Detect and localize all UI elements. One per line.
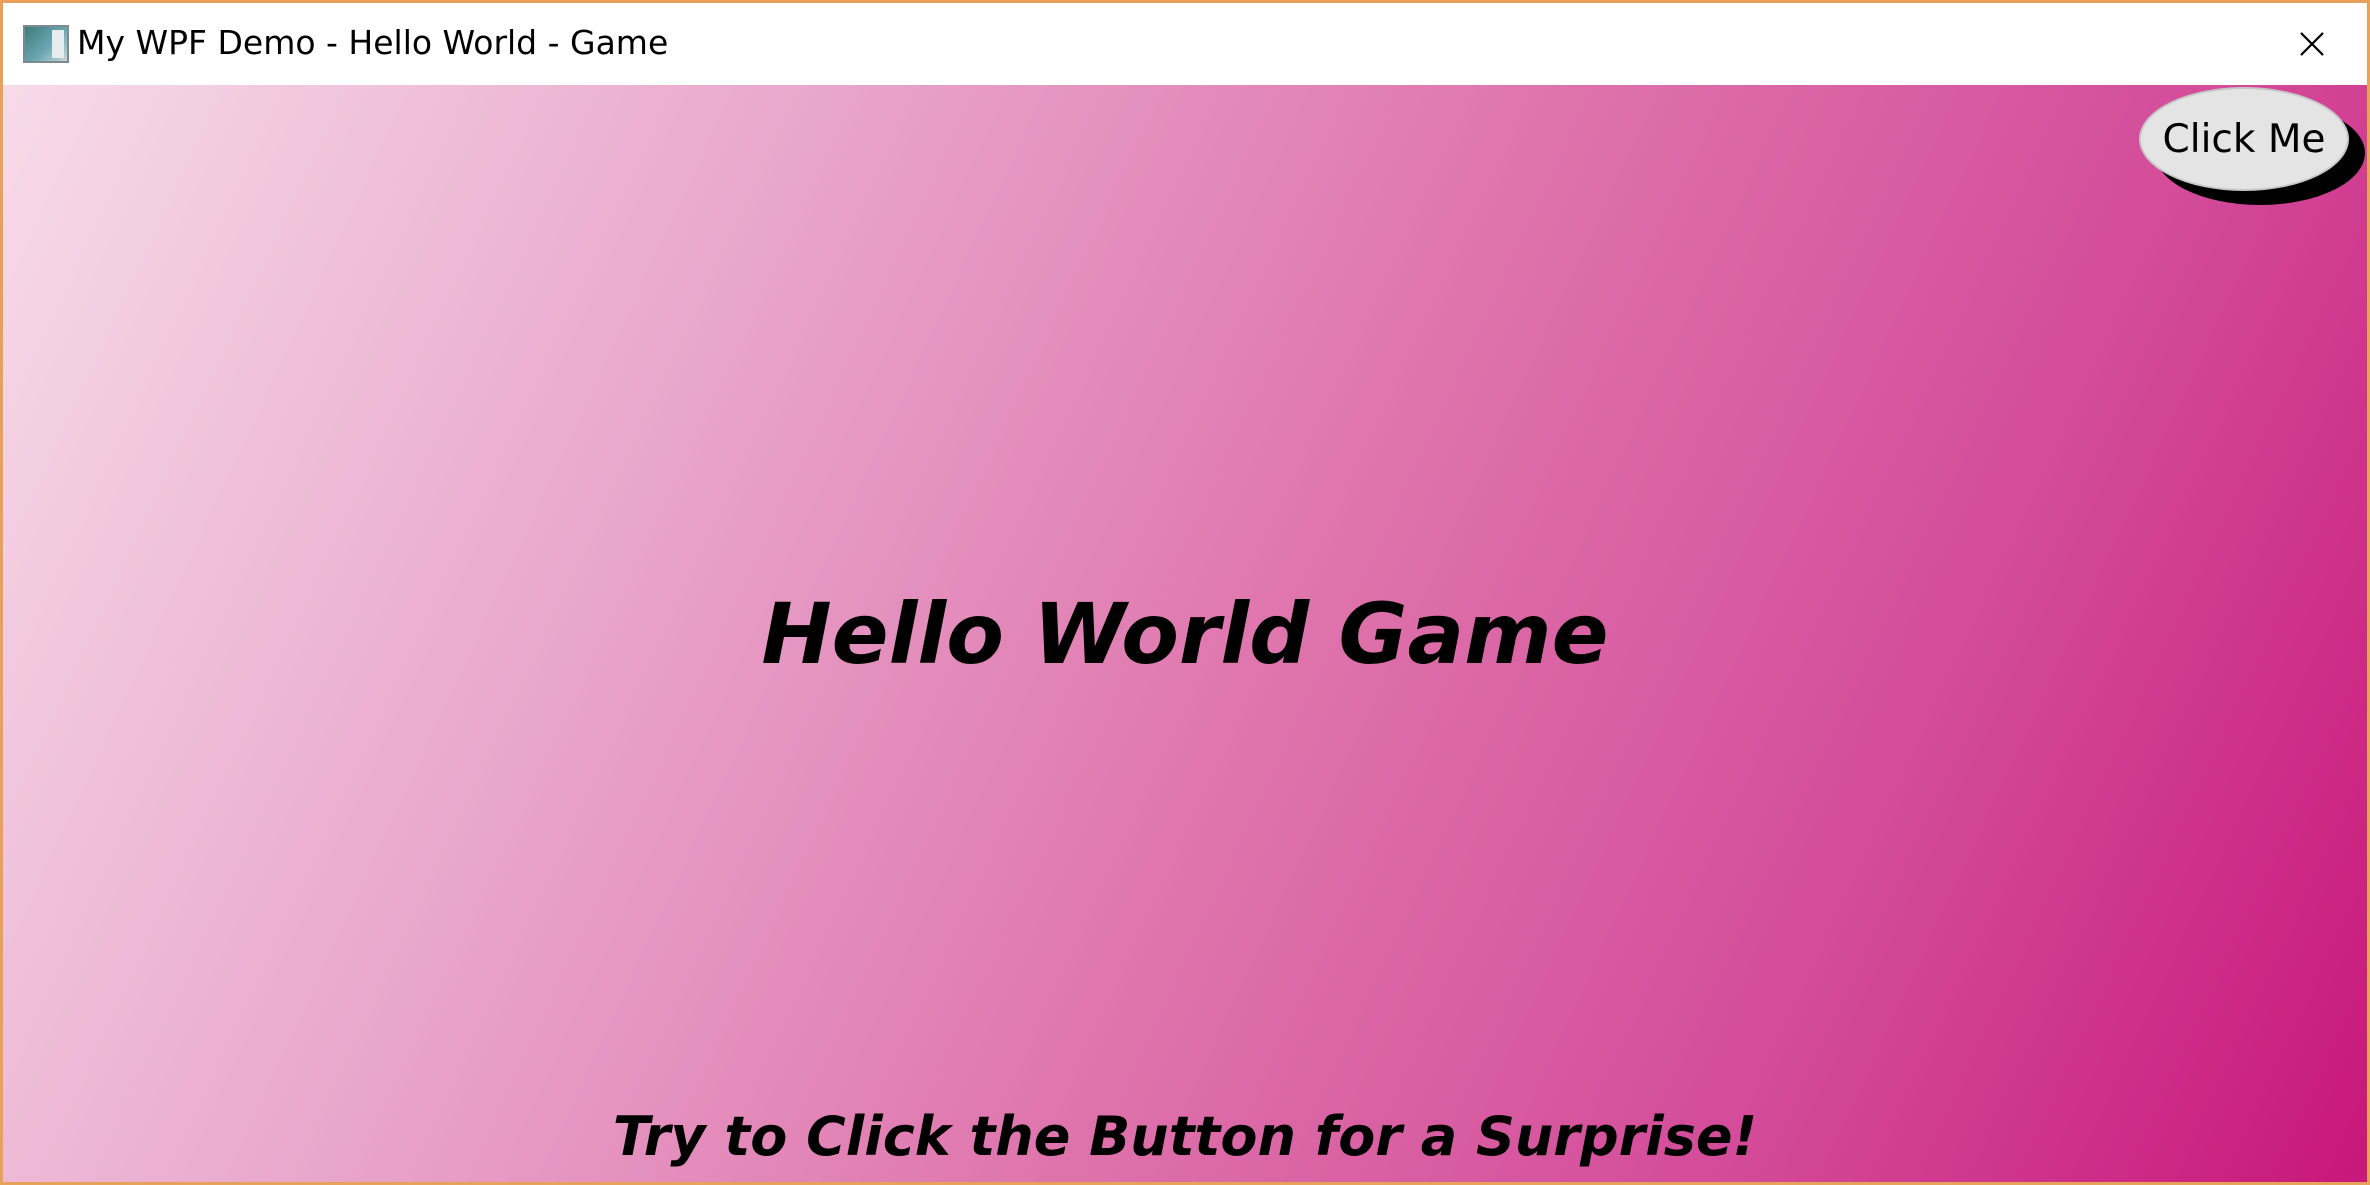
click-me-button[interactable]: Click Me	[2139, 87, 2349, 191]
game-hint: Try to Click the Button for a Surprise!	[612, 1105, 1758, 1168]
title-bar: My WPF Demo - Hello World - Game	[3, 3, 2367, 85]
close-icon	[2300, 32, 2324, 56]
close-button[interactable]	[2287, 19, 2337, 69]
app-icon	[23, 25, 69, 63]
game-canvas: Click Me Hello World Game Try to Click t…	[3, 85, 2367, 1182]
game-heading: Hello World Game	[761, 585, 1609, 683]
window-title: My WPF Demo - Hello World - Game	[77, 23, 669, 62]
app-window: My WPF Demo - Hello World - Game Click M…	[0, 0, 2370, 1185]
